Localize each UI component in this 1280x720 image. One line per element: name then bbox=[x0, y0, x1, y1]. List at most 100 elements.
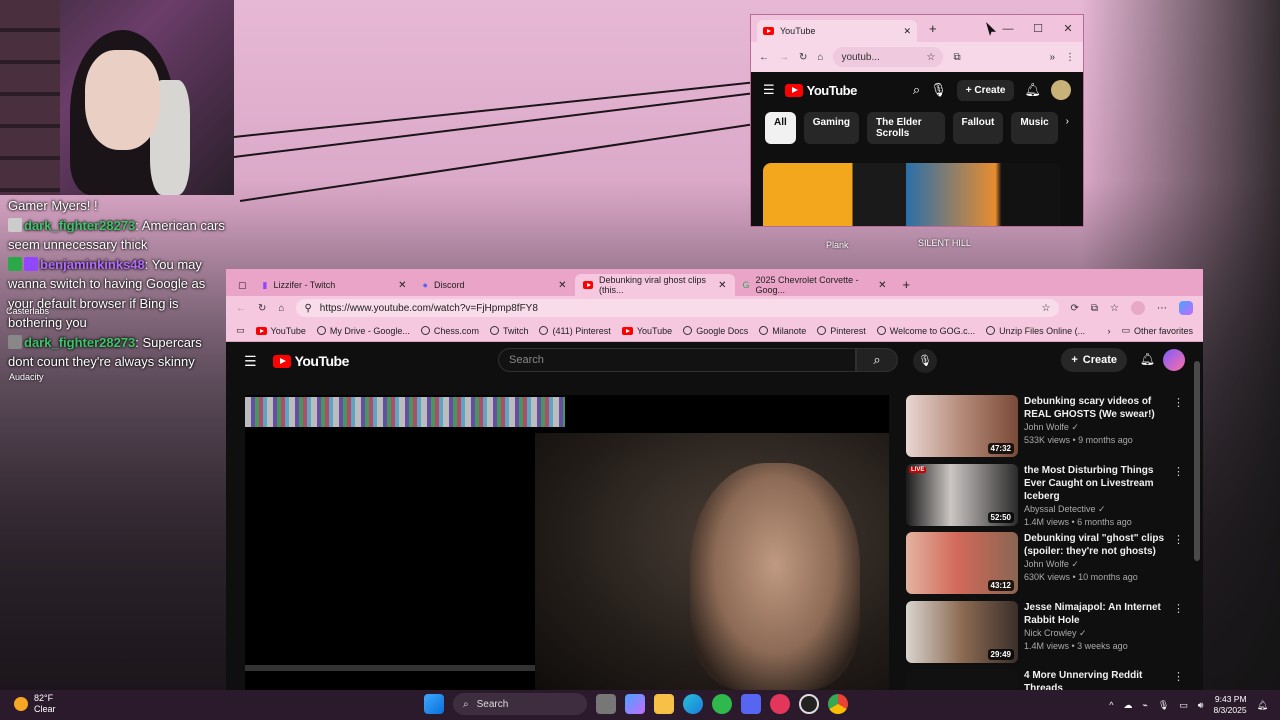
clock[interactable]: 9:43 PM 8/3/2025 bbox=[1213, 694, 1246, 716]
taskbar-search[interactable]: ⌕ Search bbox=[453, 693, 587, 715]
chip-music[interactable]: Music bbox=[1011, 112, 1058, 144]
forward-icon[interactable]: → bbox=[779, 52, 789, 63]
minimize-icon[interactable]: — bbox=[993, 23, 1023, 35]
refresh-icon[interactable]: ↻ bbox=[799, 52, 807, 63]
video-title[interactable]: Debunking viral "ghost" clips (spoiler: … bbox=[1024, 532, 1170, 558]
back-icon[interactable]: ← bbox=[759, 52, 769, 63]
bookmark-pinterest-411[interactable]: (411) Pinterest bbox=[539, 326, 611, 336]
extensions-icon[interactable]: ⧉ bbox=[953, 52, 960, 63]
more-tools-icon[interactable]: » bbox=[1049, 52, 1055, 63]
search-icon[interactable]: ⌕ bbox=[913, 82, 920, 98]
new-tab-icon[interactable]: + bbox=[895, 277, 919, 296]
more-options-icon[interactable]: ⋮ bbox=[1173, 603, 1184, 616]
hamburger-icon[interactable]: ☰ bbox=[244, 353, 257, 370]
close-icon[interactable]: ✕ bbox=[718, 280, 726, 291]
windows-start-icon[interactable] bbox=[424, 694, 444, 714]
tab-actions-icon[interactable]: ▢ bbox=[230, 280, 255, 296]
desktop-label-silent-hill[interactable]: SILENT HILL bbox=[918, 238, 971, 248]
favorites-icon[interactable]: ☆ bbox=[1110, 303, 1119, 314]
volume-icon[interactable]: 🔊︎ bbox=[1198, 700, 1204, 711]
cloud-icon[interactable]: ☁︎ bbox=[1123, 700, 1132, 711]
maximize-icon[interactable]: ☐ bbox=[1023, 22, 1053, 35]
search-button[interactable]: ⌕ bbox=[856, 348, 898, 372]
youtube-logo[interactable]: YouTube bbox=[784, 83, 857, 98]
desktop-label-audacity[interactable]: Audacity bbox=[9, 372, 44, 382]
xbox-icon[interactable] bbox=[712, 694, 732, 714]
video-thumbnail[interactable]: 29:49 bbox=[906, 600, 1018, 663]
weather-widget[interactable]: 82°F Clear bbox=[14, 693, 56, 715]
chevron-up-icon[interactable]: ^ bbox=[1109, 700, 1113, 710]
site-info-icon[interactable]: ⚲ bbox=[304, 303, 311, 314]
close-window-icon[interactable]: ✕ bbox=[1053, 22, 1083, 35]
video-title[interactable]: the Most Disturbing Things Ever Caught o… bbox=[1024, 464, 1170, 503]
close-icon[interactable]: ✕ bbox=[878, 280, 886, 291]
video-title[interactable]: Debunking scary videos of REAL GHOSTS (W… bbox=[1024, 395, 1170, 421]
star-icon[interactable]: ☆ bbox=[926, 52, 935, 63]
progress-bar[interactable] bbox=[245, 665, 535, 671]
create-button[interactable]: + Create bbox=[1061, 348, 1127, 372]
scrollbar[interactable] bbox=[1194, 361, 1200, 561]
channel-name[interactable]: John Wolfe ✓ bbox=[1024, 421, 1170, 434]
video-player[interactable] bbox=[245, 395, 889, 690]
chip-all[interactable]: All bbox=[765, 112, 796, 144]
obs-icon[interactable] bbox=[799, 694, 819, 714]
casterlabs-icon[interactable] bbox=[770, 694, 790, 714]
list-item[interactable]: 43:12 Debunking viral "ghost" clips (spo… bbox=[906, 532, 1186, 601]
microphone-icon[interactable]: 🎙︎ bbox=[913, 349, 937, 373]
tab-youtube[interactable]: YouTube ✕ bbox=[757, 20, 917, 42]
bookmark-google-docs[interactable]: Google Docs bbox=[683, 326, 748, 336]
close-icon[interactable]: ✕ bbox=[558, 280, 566, 291]
bell-icon[interactable]: 🔔︎ bbox=[1140, 352, 1155, 366]
more-options-icon[interactable]: ⋮ bbox=[1173, 397, 1184, 410]
bell-icon[interactable]: 🔔︎ bbox=[1024, 82, 1041, 98]
task-view-icon[interactable] bbox=[596, 694, 616, 714]
file-explorer-icon[interactable] bbox=[654, 694, 674, 714]
home-icon[interactable]: ⌂ bbox=[278, 303, 284, 314]
desktop-label-casterlabs[interactable]: Casterlabs bbox=[6, 306, 49, 316]
bookmark-gog[interactable]: Welcome to GOG.c... bbox=[876, 326, 975, 336]
new-tab-icon[interactable]: + bbox=[929, 21, 937, 36]
bookmark-youtube[interactable]: YouTube bbox=[255, 326, 306, 336]
extensions-icon[interactable]: ⧉ bbox=[1091, 303, 1098, 314]
chip-fallout[interactable]: Fallout bbox=[952, 112, 1004, 144]
video-thumbnail[interactable]: 43:12 bbox=[906, 532, 1018, 594]
more-options-icon[interactable]: ⋮ bbox=[1173, 534, 1184, 547]
chevron-right-icon[interactable]: › bbox=[1107, 326, 1110, 336]
more-options-icon[interactable]: ⋮ bbox=[1173, 671, 1184, 684]
video-thumbnail[interactable] bbox=[906, 669, 1018, 690]
bookmark-pinterest[interactable]: Pinterest bbox=[817, 326, 866, 336]
home-icon[interactable]: ⌂ bbox=[817, 52, 823, 63]
copilot-icon[interactable] bbox=[1179, 301, 1193, 315]
bookmark-milanote[interactable]: Milanote bbox=[759, 326, 806, 336]
create-button[interactable]: + Create bbox=[956, 79, 1015, 101]
channel-name[interactable]: John Wolfe ✓ bbox=[1024, 558, 1170, 571]
desktop-label-plank[interactable]: Plank bbox=[826, 240, 849, 250]
tab-debunking[interactable]: Debunking viral ghost clips (this... ✕ bbox=[574, 274, 735, 296]
star-icon[interactable]: ☆ bbox=[1042, 303, 1051, 314]
search-input[interactable]: Search bbox=[498, 348, 856, 372]
menu-icon[interactable]: ⋮ bbox=[1065, 52, 1075, 63]
notification-icon[interactable]: 🔔︎ bbox=[1257, 700, 1268, 711]
chip-elder-scrolls[interactable]: The Elder Scrolls bbox=[867, 112, 945, 144]
address-bar[interactable]: ⚲ https://www.youtube.com/watch?v=FjHpmp… bbox=[296, 299, 1059, 317]
other-favorites[interactable]: ▭ Other favorites bbox=[1121, 325, 1193, 336]
list-item[interactable]: LIVE 52:50 the Most Disturbing Things Eve… bbox=[906, 463, 1186, 533]
network-icon[interactable]: ⌁ bbox=[1142, 700, 1147, 711]
bookmark-unzip[interactable]: Unzip Files Online (... bbox=[986, 326, 1085, 336]
chevron-right-icon[interactable]: › bbox=[1066, 112, 1069, 144]
address-bar[interactable]: youtub... ☆ bbox=[833, 47, 944, 67]
hamburger-icon[interactable]: ☰ bbox=[763, 82, 775, 98]
close-icon[interactable]: ✕ bbox=[903, 26, 911, 37]
more-options-icon[interactable]: ⋮ bbox=[1173, 466, 1184, 479]
tab-corvette[interactable]: G 2025 Chevrolet Corvette - Goog... ✕ bbox=[735, 274, 895, 296]
chip-gaming[interactable]: Gaming bbox=[803, 112, 860, 144]
video-thumbnail[interactable]: 47:32 bbox=[906, 395, 1018, 457]
video-thumbnail[interactable] bbox=[763, 163, 1061, 226]
bookmark-youtube-2[interactable]: YouTube bbox=[621, 326, 672, 336]
tab-discord[interactable]: ● Discord ✕ bbox=[415, 274, 575, 296]
copilot-icon[interactable] bbox=[625, 694, 645, 714]
youtube-logo[interactable]: YouTube bbox=[272, 353, 349, 369]
chrome-icon[interactable] bbox=[828, 694, 848, 714]
bookmark-twitch[interactable]: Twitch bbox=[489, 326, 528, 336]
microphone-icon[interactable]: 🎙︎ bbox=[1158, 700, 1169, 711]
